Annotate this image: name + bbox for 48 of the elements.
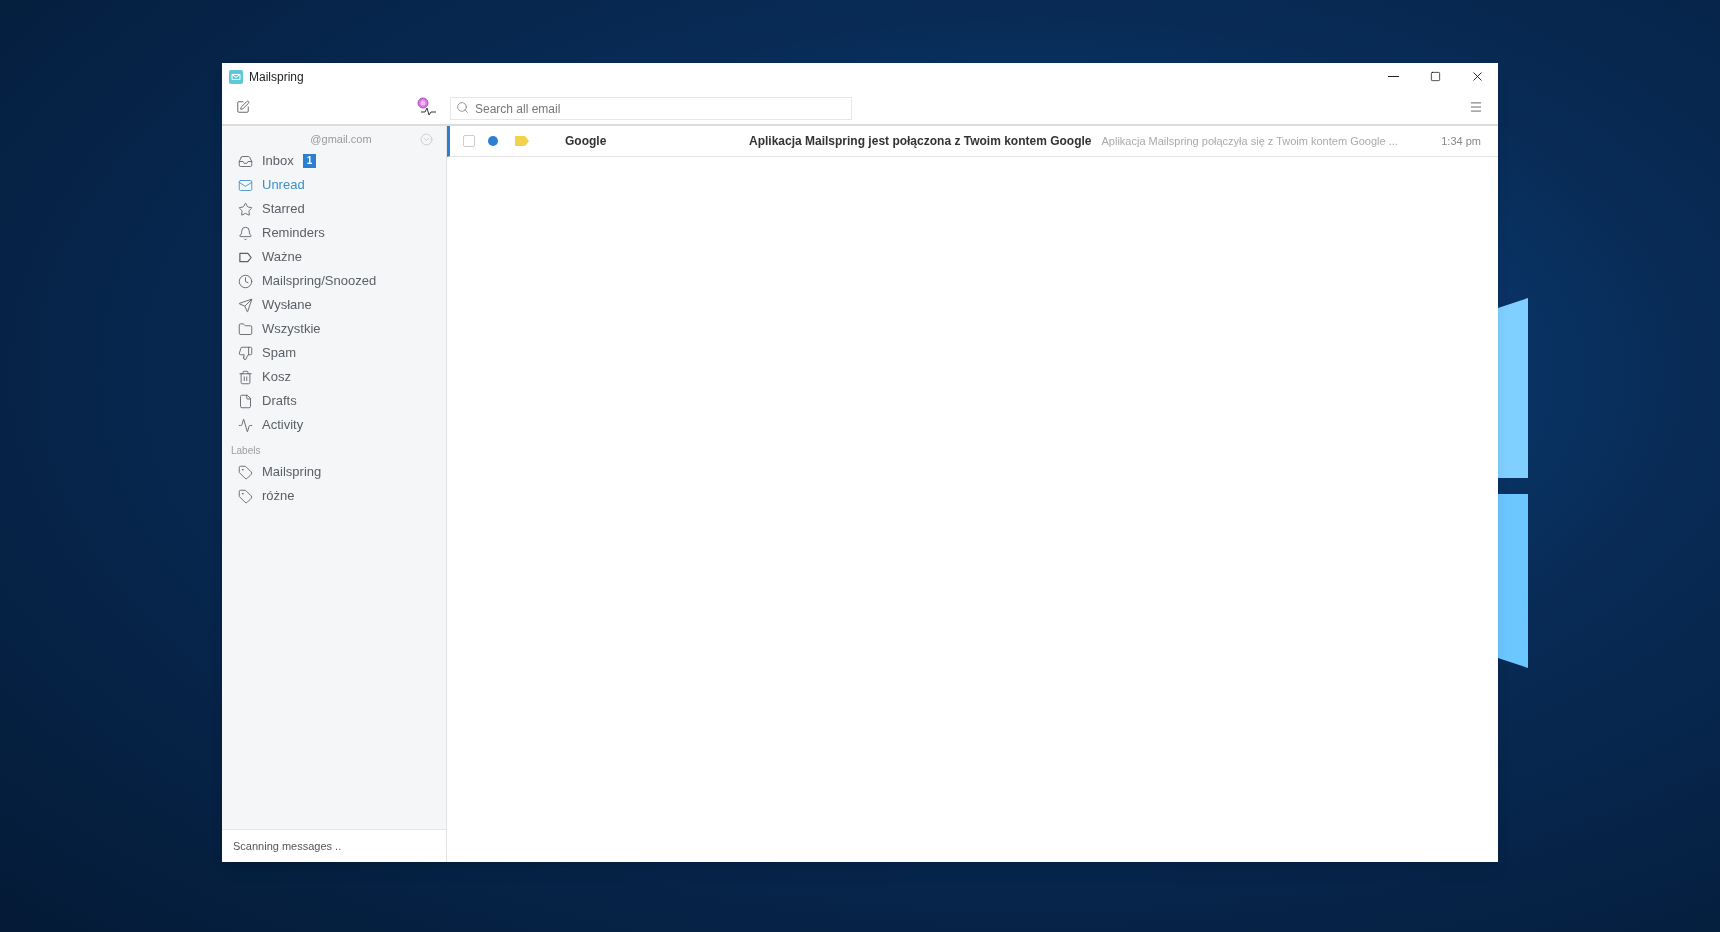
account-email: @gmail.com bbox=[309, 131, 373, 147]
sidebar-item[interactable]: Wszystkie bbox=[222, 317, 446, 341]
unread-count-badge: 1 bbox=[302, 154, 317, 168]
trash-icon bbox=[238, 369, 253, 385]
thumbs-down-icon bbox=[238, 345, 253, 361]
sidebar-item[interactable]: Starred bbox=[222, 197, 446, 221]
activity-indicator-icon[interactable] bbox=[415, 96, 437, 118]
message-subject: Aplikacja Mailspring jest połączona z Twoim kontem Google bbox=[749, 133, 1092, 150]
sidebar-item[interactable]: Unread bbox=[222, 173, 446, 197]
sidebar-item[interactable]: Ważne bbox=[222, 245, 446, 269]
envelope-icon bbox=[238, 177, 253, 193]
document-icon bbox=[238, 393, 253, 409]
minimize-icon bbox=[1387, 76, 1399, 77]
sidebar-item[interactable]: Wysłane bbox=[222, 293, 446, 317]
tag-icon bbox=[238, 464, 253, 480]
clock-icon bbox=[238, 273, 253, 289]
message-snippet: Aplikacja Mailspring połączyła się z Twoim kontem Google ... bbox=[1101, 133, 1398, 149]
paper-plane-icon bbox=[238, 297, 253, 313]
pulse-icon bbox=[238, 417, 253, 433]
sidebar-item[interactable]: Reminders bbox=[222, 221, 446, 245]
sidebar-item[interactable]: różne bbox=[222, 484, 446, 508]
sidebar-item[interactable]: Mailspring bbox=[222, 460, 446, 484]
window-title: Mailspring bbox=[249, 68, 304, 86]
message-time: 1:34 pm bbox=[1441, 133, 1481, 149]
folder-icon bbox=[238, 321, 253, 337]
sidebar-item[interactable]: Spam bbox=[222, 341, 446, 365]
search-icon bbox=[456, 100, 469, 114]
sidebar-item[interactable]: Mailspring/Snoozed bbox=[222, 269, 446, 293]
sidebar-item[interactable]: Inbox 1 bbox=[222, 149, 446, 173]
maximize-icon bbox=[1429, 71, 1441, 82]
sidebar-item[interactable]: Kosz bbox=[222, 365, 446, 389]
message-row[interactable]: Google Aplikacja Mailspring jest połączona z Twoim kontem Google Aplikacja Mailspring połączyła się z Twoim kontem Google ... 1:34 pm bbox=[447, 126, 1498, 157]
inbox-icon bbox=[238, 153, 253, 169]
search-field[interactable]: Search all email bbox=[450, 97, 852, 120]
section-heading: Labels bbox=[230, 444, 262, 458]
star-icon bbox=[238, 201, 253, 217]
tag-icon bbox=[238, 488, 253, 504]
sidebar-item[interactable]: Drafts bbox=[222, 389, 446, 413]
sender-name: Google bbox=[565, 133, 608, 150]
account-menu-icon[interactable] bbox=[420, 132, 433, 146]
important-marker-icon[interactable] bbox=[515, 136, 529, 146]
compose-icon[interactable] bbox=[236, 100, 250, 114]
checkbox[interactable] bbox=[463, 135, 475, 147]
bell-icon bbox=[238, 225, 253, 241]
menu-icon[interactable] bbox=[1469, 100, 1483, 114]
app-logo-icon bbox=[229, 69, 243, 84]
sidebar-item[interactable]: Activity bbox=[222, 413, 446, 437]
status-text: Scanning messages .. bbox=[232, 838, 342, 854]
